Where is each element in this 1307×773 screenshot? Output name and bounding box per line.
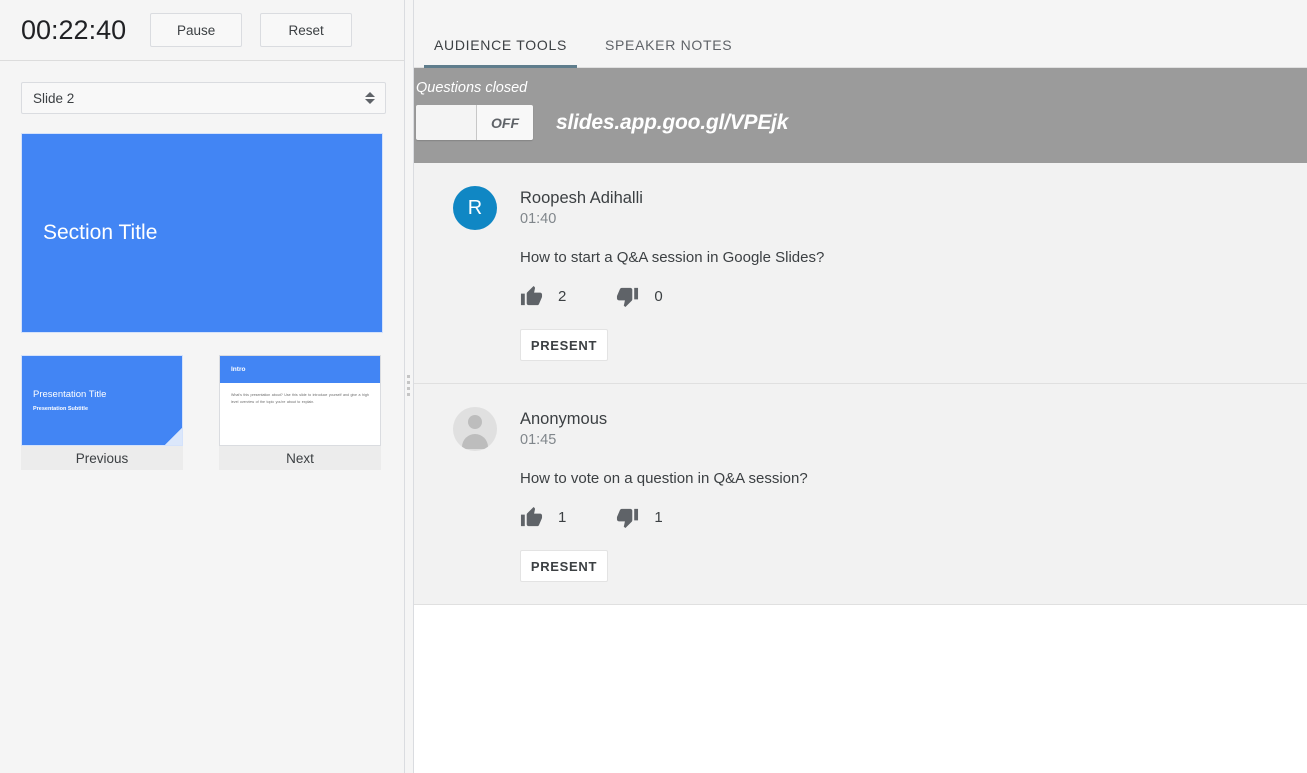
right-panel: AUDIENCE TOOLS SPEAKER NOTES Questions c…: [405, 0, 1307, 773]
panel-splitter[interactable]: [405, 0, 414, 773]
qa-toggle-on-half[interactable]: [416, 105, 477, 140]
question-list: R Roopesh Adihalli 01:40 How to start a …: [405, 163, 1307, 605]
slide-selector-value: Slide 2: [33, 91, 74, 106]
tab-bar: AUDIENCE TOOLS SPEAKER NOTES: [405, 0, 1307, 68]
page-curl-shade-icon: [165, 428, 182, 445]
slide-selector[interactable]: Slide 2: [21, 82, 386, 114]
question-meta: Anonymous 01:45: [520, 407, 607, 448]
splitter-grip-icon[interactable]: [407, 375, 410, 396]
present-button[interactable]: PRESENT: [520, 550, 608, 582]
question-text: How to vote on a question in Q&A session…: [520, 470, 1307, 487]
reset-button[interactable]: Reset: [260, 13, 352, 47]
question-author: Anonymous: [520, 408, 607, 430]
question-time: 01:40: [520, 211, 643, 227]
qa-status-bar: Questions closed OFF slides.app.goo.gl/V…: [405, 68, 1307, 163]
spinner-updown-icon[interactable]: [363, 92, 377, 104]
next-slide-group: Intro What's this presentation about? Us…: [219, 355, 381, 470]
upvote-count: 1: [558, 509, 566, 526]
question-text: How to start a Q&A session in Google Sli…: [520, 249, 1307, 266]
next-slide-header: Intro: [220, 356, 380, 383]
qa-toggle-off-label[interactable]: OFF: [477, 105, 533, 140]
previous-button[interactable]: Previous: [21, 446, 183, 470]
qa-toggle-switch[interactable]: OFF: [416, 105, 533, 140]
upvote-count: 2: [558, 288, 566, 305]
slide-thumbnails: Presentation Title Presentation Subtitle…: [21, 355, 384, 470]
qa-session-url[interactable]: slides.app.goo.gl/VPEjk: [556, 111, 788, 135]
question-meta: Roopesh Adihalli 01:40: [520, 186, 643, 227]
question-item: Anonymous 01:45 How to vote on a questio…: [405, 384, 1307, 605]
qa-status-text: Questions closed: [416, 80, 1307, 96]
question-author: Roopesh Adihalli: [520, 187, 643, 209]
avatar: R: [453, 186, 497, 230]
anon-head-icon: [468, 415, 482, 429]
pause-button[interactable]: Pause: [150, 13, 242, 47]
previous-slide-group: Presentation Title Presentation Subtitle…: [21, 355, 183, 470]
thumbs-down-icon[interactable]: 1: [616, 506, 662, 529]
question-header: R Roopesh Adihalli 01:40: [453, 186, 1307, 230]
thumbs-up-icon[interactable]: 2: [520, 285, 566, 308]
thumbs-down-icon[interactable]: 0: [616, 285, 662, 308]
question-header: Anonymous 01:45: [453, 407, 1307, 451]
question-votes: 2 0: [520, 285, 1307, 308]
tab-audience-tools[interactable]: AUDIENCE TOOLS: [424, 37, 577, 67]
question-item: R Roopesh Adihalli 01:40 How to start a …: [405, 163, 1307, 384]
next-button[interactable]: Next: [219, 446, 381, 470]
next-slide-body: What's this presentation about? Use this…: [220, 383, 380, 406]
anon-body-icon: [462, 434, 488, 449]
question-list-empty-area: [405, 605, 1307, 773]
downvote-count: 1: [654, 509, 662, 526]
question-time: 01:45: [520, 432, 607, 448]
timer-bar: 00:22:40 Pause Reset: [0, 0, 404, 61]
timer-value: 00:22:40: [21, 17, 126, 44]
downvote-count: 0: [654, 288, 662, 305]
previous-slide-title: Presentation Title: [33, 389, 182, 401]
previous-slide-subtitle: Presentation Subtitle: [33, 406, 182, 412]
presenter-view-window: 00:22:40 Pause Reset Slide 2 Section Tit…: [0, 0, 1307, 773]
current-slide-title: Section Title: [22, 221, 157, 245]
current-slide-preview[interactable]: Section Title: [21, 133, 383, 333]
thumbs-up-icon[interactable]: 1: [520, 506, 566, 529]
present-button[interactable]: PRESENT: [520, 329, 608, 361]
avatar: [453, 407, 497, 451]
left-panel: 00:22:40 Pause Reset Slide 2 Section Tit…: [0, 0, 405, 773]
qa-control-row: OFF slides.app.goo.gl/VPEjk: [416, 105, 1307, 140]
next-slide-thumbnail[interactable]: Intro What's this presentation about? Us…: [219, 355, 381, 446]
previous-slide-thumbnail[interactable]: Presentation Title Presentation Subtitle: [21, 355, 183, 446]
tab-speaker-notes[interactable]: SPEAKER NOTES: [595, 37, 742, 67]
slide-area: Slide 2 Section Title Presentation Title…: [0, 61, 404, 470]
next-slide-header-text: Intro: [231, 366, 245, 373]
question-votes: 1 1: [520, 506, 1307, 529]
